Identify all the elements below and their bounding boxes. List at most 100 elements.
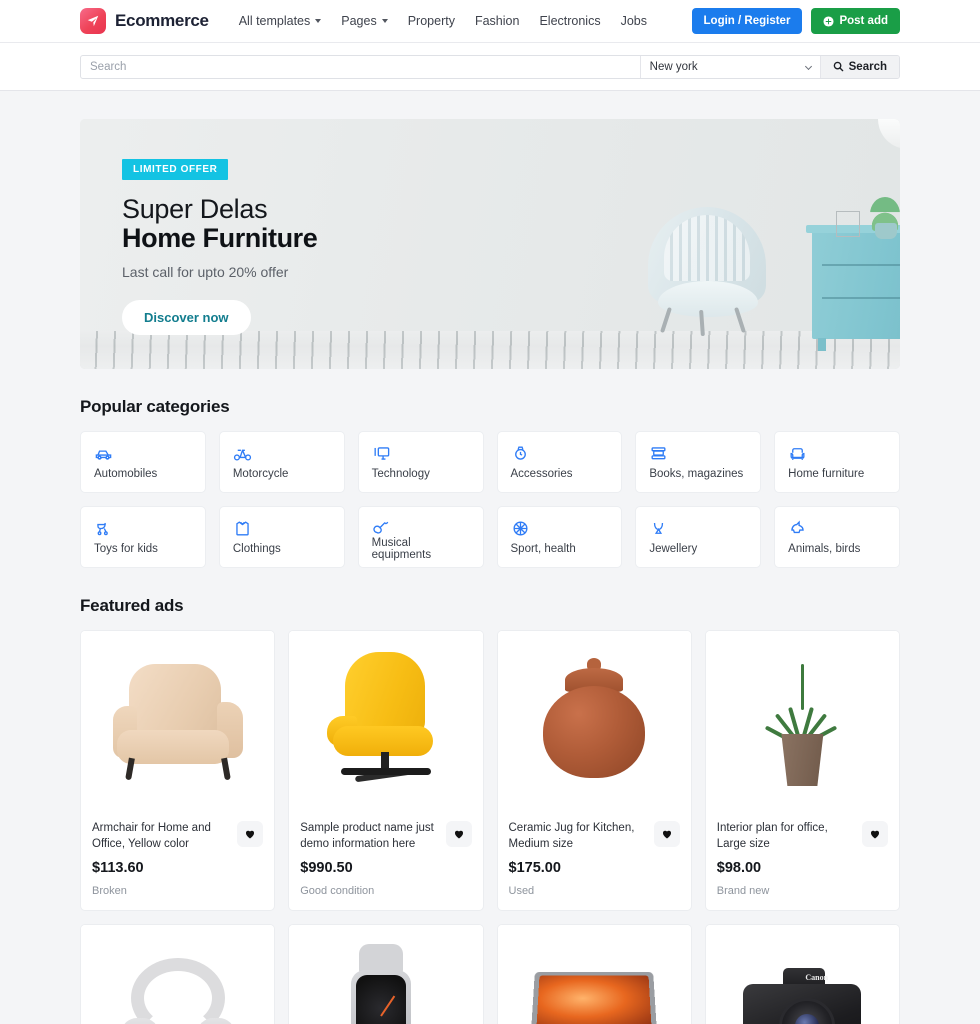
paper-plane-icon [80,8,106,34]
category-card-toys[interactable]: Toys for kids [80,506,206,568]
nav-item-label: Fashion [474,14,520,28]
product-image-laptop [497,925,691,1024]
category-card-musical[interactable]: Musical equipments [357,506,484,568]
product-card[interactable]: Sample product name just demo informatio… [288,630,484,912]
product-condition: Used [508,885,535,898]
nav-item-fashion[interactable]: Fashion [475,14,519,28]
nav-item-label: Property [407,14,455,28]
car-icon [94,444,193,462]
product-card[interactable]: Canon [704,924,900,1024]
featured-ads-grid-row2: Canon [80,924,900,1024]
favorite-button[interactable] [445,821,472,847]
nav-item-label: Pages [341,14,377,28]
product-condition: Broken [92,885,127,898]
product-price: $990.50 [300,860,353,877]
shirt-icon [233,519,332,537]
product-condition: Good condition [300,885,375,898]
nav-item-label: Electronics [539,14,601,28]
category-card-clothings[interactable]: Clothings [218,506,345,568]
product-info: Interior plan for office, Large size $98… [706,811,899,910]
product-card[interactable]: Ceramic Jug for Kitchen, Medium size $17… [496,630,692,912]
product-card[interactable] [80,924,276,1024]
popular-categories-title: Popular categories [80,397,230,416]
product-image-yellow-office-chair [289,631,483,811]
login-register-button[interactable]: Login / Register [691,8,803,34]
nav-item-property[interactable]: Property [408,14,455,28]
category-card-books[interactable]: Books, magazines [635,431,762,493]
search-button[interactable]: Search [819,55,899,78]
page-content: LIMITED OFFER Super Delas Home Furniture… [0,119,980,1024]
product-info: Sample product name just demo informatio… [289,811,482,910]
product-image-ceramic-jug [497,631,691,811]
hero-title-line2: Home Furniture [122,223,318,253]
watch-icon [511,444,610,462]
brand-logo[interactable]: Ecommerce [80,8,209,34]
nav-item-label: All templates [238,14,311,28]
category-card-animals[interactable]: Animals, birds [774,506,900,568]
hero-banner[interactable]: LIMITED OFFER Super Delas Home Furniture… [80,119,900,369]
category-card-home-furniture[interactable]: Home furniture [774,431,900,493]
product-name: Ceramic Jug for Kitchen, Medium size [508,822,635,850]
featured-ads-grid: Armchair for Home and Office, Yellow col… [80,630,900,912]
plus-circle-icon [823,15,834,27]
product-image-headphones [81,925,275,1024]
product-card[interactable]: Armchair for Home and Office, Yellow col… [80,630,276,912]
featured-ads-title: Featured ads [80,596,184,615]
product-name: Sample product name just demo informatio… [300,822,434,850]
necklace-icon [649,519,748,537]
nav-item-electronics[interactable]: Electronics [539,14,600,28]
favorite-button[interactable] [653,821,680,847]
category-label: Toys for kids [94,543,158,555]
location-select[interactable]: New york [639,55,820,78]
nav-item-pages[interactable]: Pages [341,14,388,28]
favorite-button[interactable] [862,821,888,847]
category-card-automobiles[interactable]: Automobiles [80,431,206,493]
ball-icon [511,519,610,537]
search-button-label: Search [848,60,887,73]
category-card-sport-health[interactable]: Sport, health [496,506,623,568]
books-icon [649,444,748,462]
category-label: Sport, health [510,543,576,555]
stroller-icon [94,519,193,537]
nav-item-label: Jobs [620,14,647,28]
product-price: $98.00 [716,860,762,877]
heart-icon [454,830,463,839]
top-navbar: Ecommerce All templates Pages Property F… [0,0,980,43]
product-card[interactable] [288,924,484,1024]
category-card-technology[interactable]: Technology [357,431,484,493]
product-image-potted-plant [705,631,899,811]
post-add-label: Post add [839,15,888,27]
product-card[interactable] [496,924,692,1024]
search-bar-section: New york Search [0,43,980,91]
product-image-beige-armchair [81,631,275,811]
post-add-button[interactable]: Post add [811,8,900,34]
discover-now-button[interactable]: Discover now [122,300,251,335]
category-label: Technology [371,468,430,480]
heart-icon [870,830,880,839]
hero-title-line1: Super Delas [122,194,268,224]
product-price: $113.60 [92,860,144,877]
product-image-dslr-camera: Canon [705,925,899,1024]
category-label: Home furniture [788,468,865,480]
product-name: Interior plan for office, Large size [716,822,828,850]
search-bar: New york Search [80,54,900,79]
search-input[interactable] [81,55,640,78]
nav-item-jobs[interactable]: Jobs [621,14,647,28]
product-info: Armchair for Home and Office, Yellow col… [81,811,274,910]
nav-item-all-templates[interactable]: All templates [239,14,322,28]
category-card-jewellery[interactable]: Jewellery [635,506,762,568]
category-label: Animals, birds [788,543,861,555]
category-label: Accessories [510,468,573,480]
product-card[interactable]: Interior plan for office, Large size $98… [704,630,900,912]
brand-name: Ecommerce [115,11,209,30]
product-condition: Brand new [716,885,770,898]
product-info: Ceramic Jug for Kitchen, Medium size $17… [498,811,691,910]
category-card-motorcycle[interactable]: Motorcycle [218,431,345,493]
chevron-down-icon [315,19,322,23]
category-label: Jewellery [649,543,698,555]
category-card-accessories[interactable]: Accessories [496,431,623,493]
location-select-holder: New york [639,55,820,78]
hero-subtitle: Last call for upto 20% offer [122,264,289,280]
favorite-button[interactable] [237,821,264,847]
category-label: Automobiles [94,468,158,480]
